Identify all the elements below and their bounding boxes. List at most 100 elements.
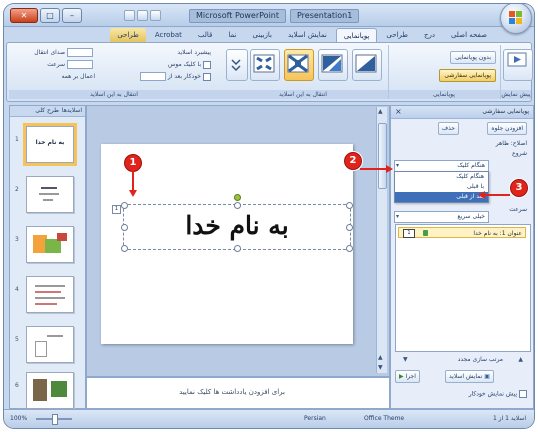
speed-select[interactable] bbox=[67, 60, 93, 69]
tab-format[interactable]: قالب bbox=[191, 28, 220, 42]
on-click-label: با کلیک موس bbox=[168, 61, 201, 68]
on-click-row[interactable]: با کلیک موس bbox=[168, 60, 211, 70]
close-button[interactable]: ✕ bbox=[10, 8, 38, 23]
item-label: عنوان 1: به نام خدا bbox=[473, 230, 522, 237]
quick-access-toolbar bbox=[124, 10, 161, 21]
resize-handle[interactable] bbox=[346, 245, 353, 252]
preview-button[interactable] bbox=[503, 49, 533, 81]
slide-thumbnail[interactable] bbox=[26, 176, 74, 213]
sound-select[interactable] bbox=[67, 48, 93, 57]
remove-effect-button[interactable]: حذف bbox=[437, 122, 459, 135]
slide-thumbnail[interactable]: به نام خدا bbox=[23, 123, 77, 166]
prev-slide-icon[interactable]: ▲ bbox=[378, 354, 383, 361]
chevron-down-icon: ▾ bbox=[396, 213, 400, 220]
slide-title-text[interactable]: به نام خدا bbox=[124, 211, 350, 240]
transition-box-in[interactable] bbox=[284, 49, 314, 81]
vertical-scrollbar[interactable]: ▲ ▲ ▼ bbox=[376, 107, 387, 373]
title-placeholder[interactable]: 1 به نام خدا bbox=[112, 194, 353, 252]
autopreview-checkbox[interactable] bbox=[519, 390, 527, 398]
tab-design[interactable]: طراحی bbox=[379, 28, 415, 42]
tab-animations[interactable]: پویانمایی bbox=[335, 28, 378, 43]
chevron-down-icon: ▾ bbox=[396, 162, 400, 169]
auto-advance-row[interactable]: خودکار بعد از bbox=[139, 72, 211, 82]
office-button[interactable] bbox=[500, 4, 532, 34]
callout-arrow bbox=[484, 194, 510, 196]
arrow-down-icon[interactable]: ▼ bbox=[403, 356, 408, 363]
rotation-handle[interactable] bbox=[234, 194, 241, 201]
redo-icon[interactable] bbox=[150, 10, 161, 21]
resize-handle[interactable] bbox=[121, 245, 128, 252]
chevron-down-icon bbox=[231, 59, 241, 72]
zoom-level[interactable]: 100% bbox=[10, 415, 27, 422]
autopreview-row[interactable]: پیش نمایش خودکار bbox=[469, 390, 527, 398]
transition-wipe-right[interactable] bbox=[318, 49, 348, 81]
tab-insert[interactable]: درج bbox=[417, 28, 442, 42]
notes-pane[interactable]: برای افزودن یادداشت ها کلیک نمایید bbox=[86, 377, 390, 409]
resize-handle[interactable] bbox=[234, 202, 241, 209]
preview-icon bbox=[507, 52, 527, 67]
group-transition-options: صدای انتقال سرعت اعمال بر همه پیشبرد اسل… bbox=[9, 45, 219, 99]
resize-handle[interactable] bbox=[234, 245, 241, 252]
transition-wipe-left[interactable] bbox=[352, 49, 382, 81]
slide-canvas[interactable]: 1 به نام خدا bbox=[101, 144, 353, 344]
play-icon: ▶ bbox=[399, 373, 404, 380]
speed-row[interactable]: سرعت bbox=[47, 60, 95, 70]
slideshow-button[interactable]: نمایش اسلاید ▣ bbox=[445, 370, 494, 383]
tab-view[interactable]: نما bbox=[221, 28, 243, 42]
callout-arrowhead bbox=[386, 165, 393, 173]
animate-dropdown[interactable]: بدون پویانمایی bbox=[450, 51, 496, 64]
tab-context-design[interactable]: طراحی bbox=[110, 28, 146, 42]
speed-label: سرعت bbox=[47, 61, 66, 68]
group-animations: بدون پویانمایی پویانمایی سفارشی پویانمای… bbox=[388, 45, 501, 99]
apply-all-button[interactable]: اعمال بر همه bbox=[61, 72, 95, 82]
dropdown-option[interactable]: هنگام کلیک bbox=[395, 172, 488, 182]
undo-icon[interactable] bbox=[137, 10, 148, 21]
resize-handle[interactable] bbox=[121, 202, 128, 209]
animation-list-item[interactable]: 1 عنوان 1: به نام خدا bbox=[398, 227, 526, 238]
callout-arrow bbox=[132, 170, 134, 192]
slide-thumbnail[interactable] bbox=[26, 276, 74, 313]
on-click-checkbox[interactable] bbox=[203, 60, 211, 69]
auto-advance-spinner[interactable] bbox=[139, 72, 166, 81]
gallery-more-button[interactable] bbox=[226, 49, 248, 81]
custom-animation-button[interactable]: پویانمایی سفارشی bbox=[439, 69, 496, 82]
office-logo-icon bbox=[509, 11, 515, 17]
zoom-slider-knob[interactable] bbox=[52, 414, 58, 425]
window-title: Microsoft PowerPoint Presentation1 bbox=[189, 9, 360, 23]
tab-home[interactable]: صفحه اصلی bbox=[444, 28, 494, 42]
tab-outline[interactable]: طرح کلی bbox=[35, 106, 59, 116]
maximize-button[interactable]: □ bbox=[40, 8, 60, 23]
scroll-up-icon[interactable]: ▲ bbox=[378, 108, 383, 115]
speed-dropdown[interactable]: ▾ خیلی سریع bbox=[394, 211, 489, 223]
slide-thumbnail[interactable] bbox=[26, 372, 74, 409]
auto-advance-checkbox[interactable] bbox=[203, 72, 211, 81]
resize-handle[interactable] bbox=[346, 202, 353, 209]
group-preview-label: پیش نمایش bbox=[501, 90, 531, 99]
document-name: Presentation1 bbox=[290, 9, 360, 23]
close-icon[interactable]: × bbox=[395, 106, 402, 118]
minimize-button[interactable]: – bbox=[62, 8, 82, 23]
window-controls: ✕ □ – bbox=[10, 8, 82, 23]
slides-pane-tabs: طرح کلی اسلایدها bbox=[10, 106, 85, 117]
arrow-up-icon[interactable]: ▲ bbox=[518, 356, 523, 363]
tab-slideshow[interactable]: نمایش اسلاید bbox=[281, 28, 334, 42]
next-slide-icon[interactable]: ▼ bbox=[378, 364, 383, 371]
sound-row[interactable]: صدای انتقال bbox=[34, 48, 95, 58]
transition-box-out[interactable] bbox=[250, 49, 280, 81]
tab-slides[interactable]: اسلایدها bbox=[62, 106, 82, 116]
save-icon[interactable] bbox=[124, 10, 135, 21]
tab-review[interactable]: بازبینی bbox=[246, 28, 279, 42]
task-pane-header: × پویانمایی سفارشی bbox=[391, 106, 533, 119]
animation-order-tag: 1 bbox=[112, 205, 121, 214]
slide-thumbnail[interactable] bbox=[26, 326, 74, 363]
slide-thumbnail[interactable] bbox=[26, 226, 74, 263]
app-name: Microsoft PowerPoint bbox=[189, 9, 286, 23]
dropdown-option-selected[interactable]: بعد از قبلی bbox=[395, 192, 488, 202]
advance-label: پیشبرد اسلاید bbox=[177, 49, 211, 56]
slides-pane: طرح کلی اسلایدها 1 به نام خدا 2 3 4 5 6 bbox=[9, 105, 86, 409]
dropdown-option[interactable]: با قبلی bbox=[395, 182, 488, 192]
scroll-thumb[interactable] bbox=[378, 123, 387, 189]
tab-acrobat[interactable]: Acrobat bbox=[148, 28, 189, 42]
add-effect-button[interactable]: افزودن جلوه bbox=[487, 122, 527, 135]
play-button[interactable]: ▶ اجرا bbox=[395, 370, 420, 383]
